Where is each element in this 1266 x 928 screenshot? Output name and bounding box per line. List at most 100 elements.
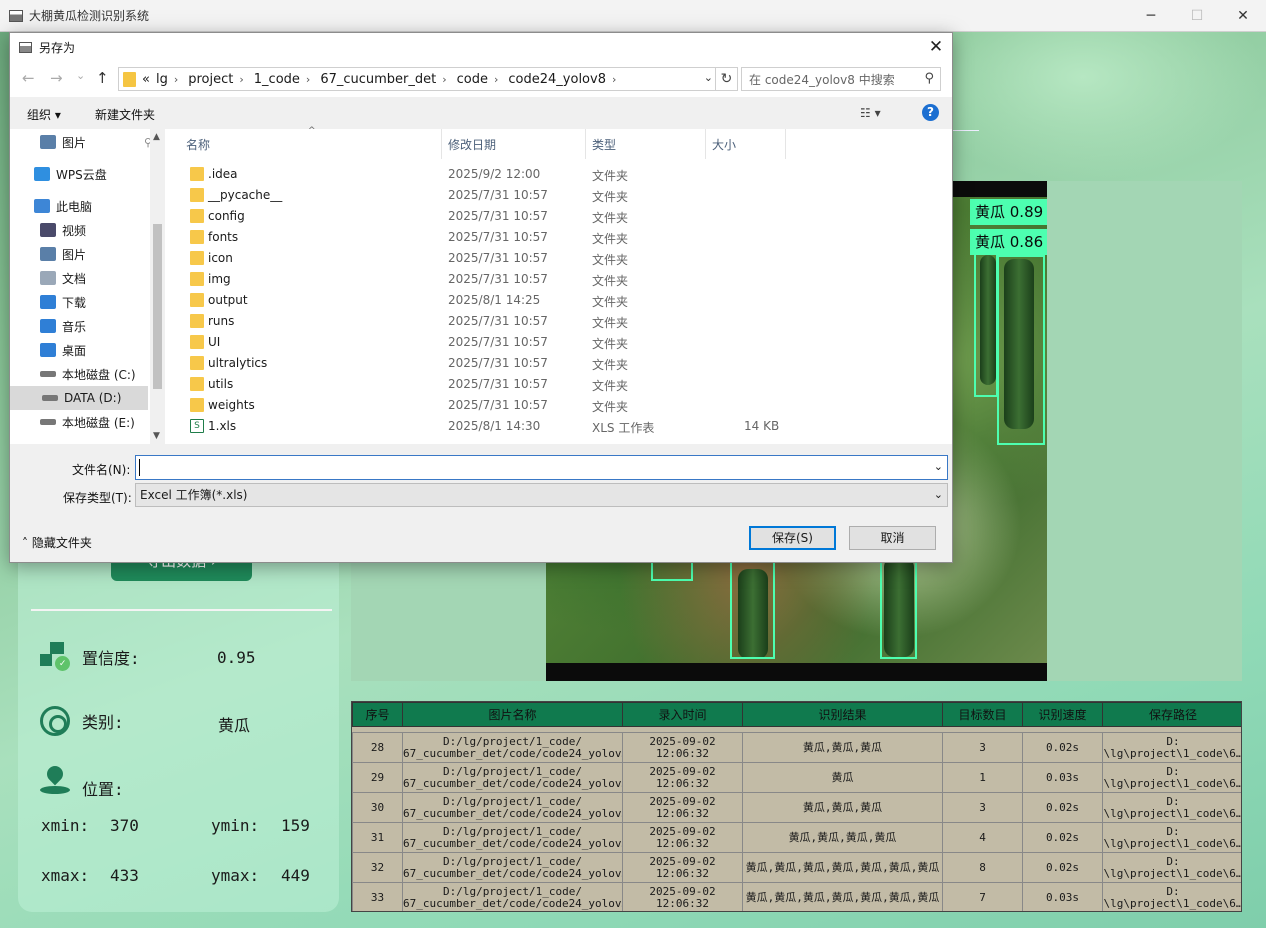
entry-time-cell[interactable]: 2025-09-02 12:06:32 xyxy=(622,852,743,883)
file-row[interactable]: .idea 2025/9/2 12:00 文件夹 xyxy=(168,164,952,185)
file-row[interactable]: ultralytics 2025/7/31 10:57 文件夹 xyxy=(168,353,952,374)
organize-button[interactable]: 组织 ▾ xyxy=(27,106,61,123)
target-count-cell[interactable]: 7 xyxy=(942,882,1023,911)
file-row[interactable]: UI 2025/7/31 10:57 文件夹 xyxy=(168,332,952,353)
scroll-thumb[interactable] xyxy=(153,224,162,389)
table-row[interactable]: 29 D:/lg/project/1_code/67_cucumber_det/c… xyxy=(352,762,1241,793)
chevron-down-icon[interactable]: ⌄ xyxy=(934,460,943,473)
nav-item[interactable]: 文档 xyxy=(40,266,86,290)
file-row[interactable]: config 2025/7/31 10:57 文件夹 xyxy=(168,206,952,227)
column-header[interactable]: 保存路径 xyxy=(1102,702,1241,727)
file-row[interactable]: runs 2025/7/31 10:57 文件夹 xyxy=(168,311,952,332)
image-name-cell[interactable]: D:/lg/project/1_code/67_cucumber_det/cod… xyxy=(402,852,623,883)
scroll-down-icon[interactable]: ▼ xyxy=(153,431,160,441)
file-row[interactable]: utils 2025/7/31 10:57 文件夹 xyxy=(168,374,952,395)
column-header[interactable]: 识别结果 xyxy=(742,702,943,727)
file-row[interactable]: output 2025/8/1 14:25 文件夹 xyxy=(168,290,952,311)
nav-item[interactable]: 此电脑 xyxy=(34,194,92,218)
chevron-right-icon[interactable]: › xyxy=(174,73,178,86)
table-row[interactable]: 28 D:/lg/project/1_code/67_cucumber_det/c… xyxy=(352,732,1241,763)
nav-item[interactable]: 本地磁盘 (C:) xyxy=(40,362,136,386)
chevron-right-icon[interactable]: › xyxy=(239,73,243,86)
chevron-right-icon[interactable]: › xyxy=(442,73,446,86)
file-row[interactable]: img 2025/7/31 10:57 文件夹 xyxy=(168,269,952,290)
chevron-right-icon[interactable]: › xyxy=(494,73,498,86)
file-row[interactable]: icon 2025/7/31 10:57 文件夹 xyxy=(168,248,952,269)
speed-cell[interactable]: 0.02s xyxy=(1022,792,1103,823)
result-cell[interactable]: 黄瓜,黄瓜,黄瓜,黄瓜,黄瓜,黄瓜,黄瓜 xyxy=(742,882,943,911)
scroll-up-icon[interactable]: ▲ xyxy=(153,132,160,142)
filetype-select[interactable]: Excel 工作簿(*.xls) ⌄ xyxy=(135,483,948,507)
entry-time-cell[interactable]: 2025-09-02 12:06:32 xyxy=(622,732,743,763)
table-row[interactable]: 30 D:/lg/project/1_code/67_cucumber_det/c… xyxy=(352,792,1241,823)
file-row[interactable]: S 1.xls 2025/8/1 14:30 XLS 工作表 14 KB xyxy=(168,416,952,437)
image-name-cell[interactable]: D:/lg/project/1_code/67_cucumber_det/cod… xyxy=(402,882,623,911)
idx-cell[interactable]: 33 xyxy=(352,882,403,911)
breadcrumb-item[interactable]: 67_cucumber_det xyxy=(320,72,436,87)
result-cell[interactable]: 黄瓜,黄瓜,黄瓜,黄瓜 xyxy=(742,822,943,853)
column-header[interactable]: 图片名称 xyxy=(402,702,623,727)
breadcrumb-item[interactable]: code xyxy=(457,72,488,87)
entry-time-cell[interactable]: 2025-09-02 12:06:32 xyxy=(622,792,743,823)
speed-cell[interactable]: 0.03s xyxy=(1022,762,1103,793)
chevron-right-icon[interactable]: › xyxy=(306,73,310,86)
target-count-cell[interactable]: 4 xyxy=(942,822,1023,853)
breadcrumb-item[interactable]: project xyxy=(188,72,233,87)
hide-folders-toggle[interactable]: ˄ 隐藏文件夹 xyxy=(22,534,92,551)
file-row[interactable]: fonts 2025/7/31 10:57 文件夹 xyxy=(168,227,952,248)
save-path-cell[interactable]: D: \lg\project\1_code\6… xyxy=(1102,822,1241,853)
speed-cell[interactable]: 0.02s xyxy=(1022,822,1103,853)
save-button[interactable]: 保存(S) xyxy=(749,526,836,550)
entry-time-cell[interactable]: 2025-09-02 12:06:32 xyxy=(622,762,743,793)
entry-time-cell[interactable]: 2025-09-02 12:06:32 xyxy=(622,822,743,853)
help-icon[interactable]: ? xyxy=(922,104,939,121)
column-name[interactable]: 名称 ^ xyxy=(168,126,442,159)
result-cell[interactable]: 黄瓜 xyxy=(742,762,943,793)
column-header[interactable]: 录入时间 xyxy=(622,702,743,727)
idx-cell[interactable]: 28 xyxy=(352,732,403,763)
image-name-cell[interactable]: D:/lg/project/1_code/67_cucumber_det/cod… xyxy=(402,762,623,793)
back-arrow-icon[interactable]: ← xyxy=(22,69,35,87)
refresh-icon[interactable]: ↻ xyxy=(716,67,738,91)
cancel-button[interactable]: 取消 xyxy=(849,526,936,550)
nav-item[interactable]: 视频 xyxy=(40,218,86,242)
chevron-down-icon[interactable]: ⌄ xyxy=(934,484,943,506)
table-row[interactable]: 32 D:/lg/project/1_code/67_cucumber_det/c… xyxy=(352,852,1241,883)
nav-item[interactable]: WPS云盘 xyxy=(34,162,107,186)
breadcrumb-item[interactable]: code24_yolov8 xyxy=(508,72,606,87)
new-folder-button[interactable]: 新建文件夹 xyxy=(95,106,155,123)
column-size[interactable]: 大小 xyxy=(706,129,786,159)
speed-cell[interactable]: 0.03s xyxy=(1022,882,1103,911)
result-cell[interactable]: 黄瓜,黄瓜,黄瓜 xyxy=(742,792,943,823)
save-path-cell[interactable]: D: \lg\project\1_code\6… xyxy=(1102,882,1241,911)
result-cell[interactable]: 黄瓜,黄瓜,黄瓜 xyxy=(742,732,943,763)
chevron-down-icon[interactable]: ⌄ xyxy=(704,71,713,84)
nav-scrollbar[interactable]: ▲ ▼ xyxy=(150,129,165,444)
save-path-cell[interactable]: D: \lg\project\1_code\6… xyxy=(1102,792,1241,823)
image-name-cell[interactable]: D:/lg/project/1_code/67_cucumber_det/cod… xyxy=(402,732,623,763)
view-options-icon[interactable]: ☷ ▾ xyxy=(860,106,881,120)
recent-locations-icon[interactable]: ⌄ xyxy=(76,69,85,82)
search-icon[interactable]: ⚲ xyxy=(924,71,934,86)
minimize-button[interactable]: ─ xyxy=(1128,0,1174,32)
column-header[interactable]: 目标数目 xyxy=(942,702,1023,727)
breadcrumb-overflow[interactable]: « xyxy=(142,72,150,87)
entry-time-cell[interactable]: 2025-09-02 12:06:32 xyxy=(622,882,743,911)
dialog-close-icon[interactable]: ✕ xyxy=(924,35,948,59)
target-count-cell[interactable]: 3 xyxy=(942,732,1023,763)
up-arrow-icon[interactable]: ↑ xyxy=(96,69,109,87)
table-row[interactable]: 33 D:/lg/project/1_code/67_cucumber_det/c… xyxy=(352,882,1241,911)
save-path-cell[interactable]: D: \lg\project\1_code\6… xyxy=(1102,852,1241,883)
result-cell[interactable]: 黄瓜,黄瓜,黄瓜,黄瓜,黄瓜,黄瓜,黄瓜 xyxy=(742,852,943,883)
address-bar[interactable]: « lg › project › 1_code › 67_cucumber_det › … xyxy=(118,67,716,91)
idx-cell[interactable]: 29 xyxy=(352,762,403,793)
speed-cell[interactable]: 0.02s xyxy=(1022,732,1103,763)
idx-cell[interactable]: 30 xyxy=(352,792,403,823)
column-header[interactable]: 序号 xyxy=(352,702,403,727)
speed-cell[interactable]: 0.02s xyxy=(1022,852,1103,883)
save-path-cell[interactable]: D: \lg\project\1_code\6… xyxy=(1102,732,1241,763)
nav-item[interactable]: DATA (D:) xyxy=(10,386,148,410)
nav-item[interactable]: 音乐 xyxy=(40,314,86,338)
nav-item[interactable]: 下载 xyxy=(40,290,86,314)
target-count-cell[interactable]: 8 xyxy=(942,852,1023,883)
